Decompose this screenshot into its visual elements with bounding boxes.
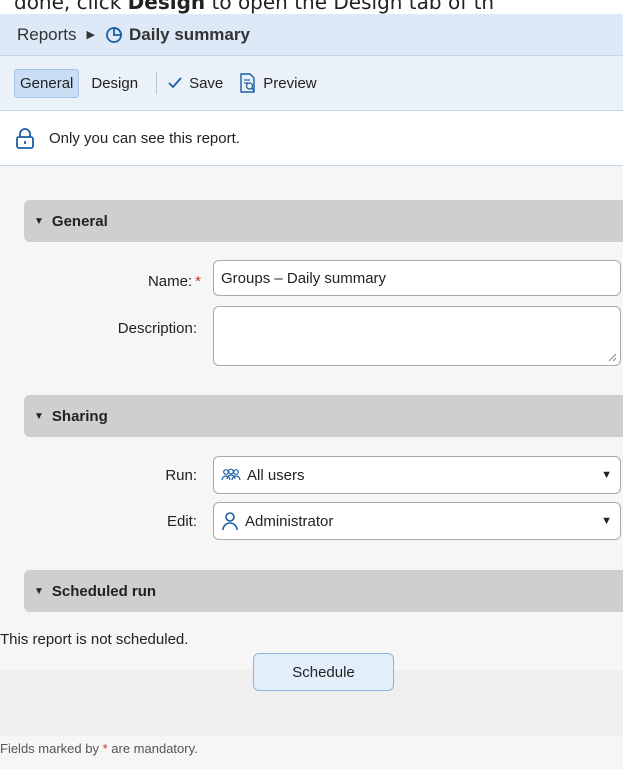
tab-general[interactable]: General (14, 68, 80, 98)
section-general-title: General (51, 212, 108, 230)
caption-text: done, click (14, 0, 128, 14)
section-sharing-title: Sharing (51, 407, 108, 425)
section-scheduled-title: Scheduled run (51, 582, 157, 600)
collapse-triangle-icon: ▼ (34, 585, 44, 597)
name-field[interactable]: Groups – Daily summary (213, 260, 621, 296)
toolbar-divider (156, 72, 158, 94)
name-label-text: Name: (147, 273, 193, 290)
preview-button[interactable]: Preview (239, 73, 317, 93)
name-value: Groups – Daily summary (221, 269, 387, 287)
notice-text: Only you can see this report. (49, 129, 240, 147)
edit-value: Administrator (245, 512, 334, 530)
breadcrumb-root-link[interactable]: Reports (17, 25, 77, 45)
edit-permission-select[interactable]: Administrator ▼ (213, 502, 621, 540)
description-label: Description: (117, 320, 197, 337)
resize-handle-icon[interactable] (608, 353, 617, 362)
save-button[interactable]: Save (167, 75, 223, 92)
run-value: All users (247, 466, 305, 484)
run-label: Run: (165, 467, 197, 484)
collapse-triangle-icon: ▼ (34, 410, 44, 422)
user-icon (222, 512, 238, 531)
section-general-header[interactable]: ▼ General (24, 200, 623, 242)
required-mark: * (195, 273, 201, 290)
tab-design[interactable]: Design (85, 69, 144, 98)
toolbar: General Design Save Preview (0, 56, 623, 111)
breadcrumb-current: Daily summary (129, 24, 250, 44)
mandatory-fields-note: Fields marked by * are mandatory. (0, 741, 198, 756)
preview-icon (240, 73, 256, 93)
dropdown-arrow-icon: ▼ (601, 469, 612, 481)
edit-label: Edit: (166, 513, 197, 530)
footnote-text-end: are mandatory. (107, 741, 198, 756)
schedule-status: This report is not scheduled. (0, 631, 189, 648)
pie-chart-icon (105, 26, 123, 44)
preview-label: Preview (263, 74, 317, 92)
instruction-caption: done, click Design to open the Design ta… (0, 0, 623, 14)
save-label: Save (189, 74, 224, 92)
privacy-notice: Only you can see this report. (0, 111, 623, 166)
breadcrumb: Reports ▶ Daily summary (0, 14, 623, 56)
name-label: Name: * (148, 273, 201, 290)
run-permission-select[interactable]: All users ▼ (213, 456, 621, 494)
footnote-text: Fields marked by (0, 741, 103, 756)
report-settings-panel: ▼ General Name: * Groups – Daily summary … (0, 166, 623, 769)
caption-text-end: to open the Design tab of th (205, 0, 495, 14)
schedule-button[interactable]: Schedule (253, 653, 394, 691)
description-field[interactable] (213, 306, 621, 366)
section-scheduled-header[interactable]: ▼ Scheduled run (24, 570, 623, 612)
lock-icon (15, 127, 35, 149)
dropdown-arrow-icon: ▼ (601, 515, 612, 527)
caption-bold: Design (127, 0, 206, 14)
users-group-icon (221, 468, 241, 481)
check-icon (168, 77, 182, 89)
collapse-triangle-icon: ▼ (34, 215, 44, 227)
breadcrumb-separator-icon: ▶ (86, 29, 95, 41)
section-sharing-header[interactable]: ▼ Sharing (24, 395, 623, 437)
